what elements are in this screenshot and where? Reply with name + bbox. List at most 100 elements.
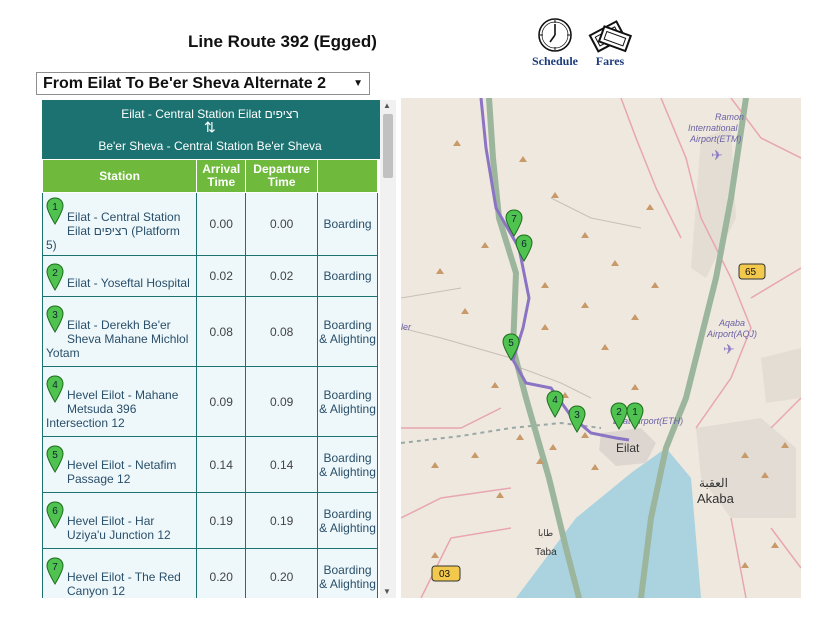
stop-marker-icon: 1 bbox=[46, 197, 64, 225]
station-name: Hevel Eilot - Har Uziya'u Junction 12 bbox=[67, 513, 171, 542]
departure-time: 0.20 bbox=[245, 548, 319, 598]
route-header: Eilat - Central Station Eilat רציפים ⇅ B… bbox=[42, 100, 396, 159]
station-name: Hevel Eilot - Netafim Passage 12 bbox=[67, 457, 177, 486]
aqaba-label: Akaba bbox=[697, 491, 735, 506]
arrival-column-header: Arrival Time bbox=[196, 159, 247, 193]
stop-number: 6 bbox=[52, 506, 58, 517]
station-cell[interactable]: 4 Hevel Eilot - Mahane Metsuda 396 Inters… bbox=[42, 366, 198, 437]
arrival-time: 0.14 bbox=[196, 436, 247, 493]
stop-action: Boarding & Alighting bbox=[317, 492, 378, 549]
stop-action: Boarding & Alighting bbox=[317, 548, 378, 598]
taba-arabic-label: طابا bbox=[538, 528, 553, 538]
departure-time: 0.08 bbox=[245, 296, 319, 367]
station-name: Eilat - Yoseftal Hospital bbox=[67, 275, 190, 290]
map-marker-number: 2 bbox=[616, 407, 622, 418]
stop-marker-icon: 6 bbox=[46, 500, 64, 529]
arrival-time: 0.00 bbox=[196, 192, 247, 256]
aqaba-arabic-label: العقبة bbox=[699, 476, 728, 490]
stop-action: Boarding bbox=[317, 192, 378, 256]
aqaba-airport-icon: ✈ bbox=[723, 341, 735, 357]
station-cell[interactable]: 7 Hevel Eilot - The Red Canyon 12 bbox=[42, 548, 198, 598]
arrival-time: 0.02 bbox=[196, 255, 247, 297]
map-marker-number: 5 bbox=[508, 338, 514, 349]
table-row[interactable]: 5 Hevel Eilot - Netafim Passage 12 0.14 0.1… bbox=[42, 436, 378, 493]
table-row[interactable]: 2 Eilat - Yoseftal Hospital 0.02 0.02 Boardi… bbox=[42, 255, 378, 297]
direction-arrow-icon: ⇅ bbox=[204, 119, 216, 135]
scroll-up-icon[interactable]: ▲ bbox=[383, 101, 391, 110]
station-cell[interactable]: 5 Hevel Eilot - Netafim Passage 12 bbox=[42, 436, 198, 493]
map-marker-number: 1 bbox=[632, 407, 638, 418]
station-name: Eilat - Derekh Be'er Sheva Mahane Michlo… bbox=[46, 317, 189, 360]
departure-time: 0.14 bbox=[245, 436, 319, 493]
table-row[interactable]: 6 Hevel Eilot - Har Uziya'u Junction 12 0.… bbox=[42, 492, 378, 549]
map-marker-number: 7 bbox=[511, 214, 517, 225]
stop-number: 1 bbox=[52, 202, 58, 213]
clock-icon bbox=[538, 18, 572, 52]
station-name: Hevel Eilot - The Red Canyon 12 bbox=[67, 569, 181, 598]
stop-action: Boarding & Alighting bbox=[317, 366, 378, 437]
stop-number: 3 bbox=[52, 310, 58, 321]
arrival-time: 0.19 bbox=[196, 492, 247, 549]
ramon-airport-icon: ✈ bbox=[711, 147, 723, 163]
page-title: Line Route 392 (Egged) bbox=[188, 32, 377, 51]
fares-button[interactable]: Fares bbox=[580, 16, 640, 69]
route-direction-value: From Eilat To Be'er Sheva Alternate 2 bbox=[43, 74, 326, 92]
table-header-row: Station Arrival Time Departure Time bbox=[42, 159, 378, 193]
table-row[interactable]: 4 Hevel Eilot - Mahane Metsuda 396 Inters… bbox=[42, 366, 378, 437]
ramon-label: Ramon bbox=[715, 112, 744, 122]
ramon-label-2: International bbox=[688, 123, 739, 133]
stops-table: Station Arrival Time Departure Time 1 Eil… bbox=[42, 159, 378, 598]
stop-number: 4 bbox=[52, 380, 58, 391]
route-direction-select[interactable]: From Eilat To Be'er Sheva Alternate 2 ▼ bbox=[36, 72, 370, 95]
edge-label: ler bbox=[401, 322, 412, 332]
map-canvas[interactable]: ✈ ✈ Ramon International Airport(ETM) Aqa… bbox=[401, 98, 801, 598]
stop-action: Boarding & Alighting bbox=[317, 436, 378, 493]
table-row[interactable]: 3 Eilat - Derekh Be'er Sheva Mahane Michl… bbox=[42, 296, 378, 367]
stop-action: Boarding & Alighting bbox=[317, 296, 378, 367]
schedule-button[interactable]: Schedule bbox=[525, 16, 585, 69]
route-03-label: 03 bbox=[439, 569, 451, 580]
arrival-time: 0.08 bbox=[196, 296, 247, 367]
taba-label: Taba bbox=[535, 547, 557, 558]
stop-number: 5 bbox=[52, 450, 58, 461]
stop-marker-icon: 2 bbox=[46, 262, 64, 291]
station-cell[interactable]: 6 Hevel Eilot - Har Uziya'u Junction 12 bbox=[42, 492, 198, 549]
departure-time: 0.00 bbox=[245, 192, 319, 256]
ticket-icon bbox=[588, 20, 633, 53]
station-name: Eilat - Central Station Eilat רציפים (Pl… bbox=[46, 210, 181, 252]
map-marker-number: 4 bbox=[552, 395, 558, 406]
station-cell[interactable]: 3 Eilat - Derekh Be'er Sheva Mahane Michl… bbox=[42, 296, 198, 367]
map-marker-number: 3 bbox=[574, 410, 580, 421]
station-column-header: Station bbox=[42, 159, 198, 193]
eilat-label: Eilat bbox=[616, 441, 640, 455]
stops-table-panel: Eilat - Central Station Eilat רציפים ⇅ B… bbox=[42, 100, 396, 598]
aqaba-airport-label-2: Airport(AQJ) bbox=[706, 329, 757, 339]
departure-time: 0.02 bbox=[245, 255, 319, 297]
stop-marker-icon: 3 bbox=[46, 304, 64, 333]
stop-number: 7 bbox=[52, 562, 58, 573]
action-column-header bbox=[317, 159, 378, 193]
map-marker-number: 6 bbox=[521, 239, 527, 250]
station-cell[interactable]: 1 Eilat - Central Station Eilat רציפים (P… bbox=[42, 192, 198, 256]
stop-marker-icon: 4 bbox=[46, 374, 64, 403]
table-scrollbar[interactable]: ▲ ▼ bbox=[380, 100, 396, 598]
arrival-time: 0.20 bbox=[196, 548, 247, 598]
station-cell[interactable]: 2 Eilat - Yoseftal Hospital bbox=[42, 255, 198, 297]
station-name: Hevel Eilot - Mahane Metsuda 396 Interse… bbox=[46, 387, 179, 430]
table-row[interactable]: 1 Eilat - Central Station Eilat רציפים (P… bbox=[42, 192, 378, 256]
scrollbar-thumb[interactable] bbox=[383, 114, 393, 178]
departure-time: 0.19 bbox=[245, 492, 319, 549]
route-destination: Be'er Sheva - Central Station Be'er Shev… bbox=[98, 139, 322, 153]
route-map[interactable]: ✈ ✈ Ramon International Airport(ETM) Aqa… bbox=[401, 98, 801, 598]
arrival-time: 0.09 bbox=[196, 366, 247, 437]
stop-marker-icon: 5 bbox=[46, 444, 64, 473]
route-65-label: 65 bbox=[745, 267, 757, 278]
table-row[interactable]: 7 Hevel Eilot - The Red Canyon 12 0.20 0.20… bbox=[42, 548, 378, 598]
scroll-down-icon[interactable]: ▼ bbox=[383, 587, 391, 596]
aqaba-airport-label: Aqaba bbox=[718, 318, 745, 328]
departure-column-header: Departure Time bbox=[245, 159, 319, 193]
departure-time: 0.09 bbox=[245, 366, 319, 437]
schedule-label: Schedule bbox=[531, 54, 578, 68]
stop-number: 2 bbox=[52, 268, 58, 279]
fares-label: Fares bbox=[595, 54, 625, 68]
